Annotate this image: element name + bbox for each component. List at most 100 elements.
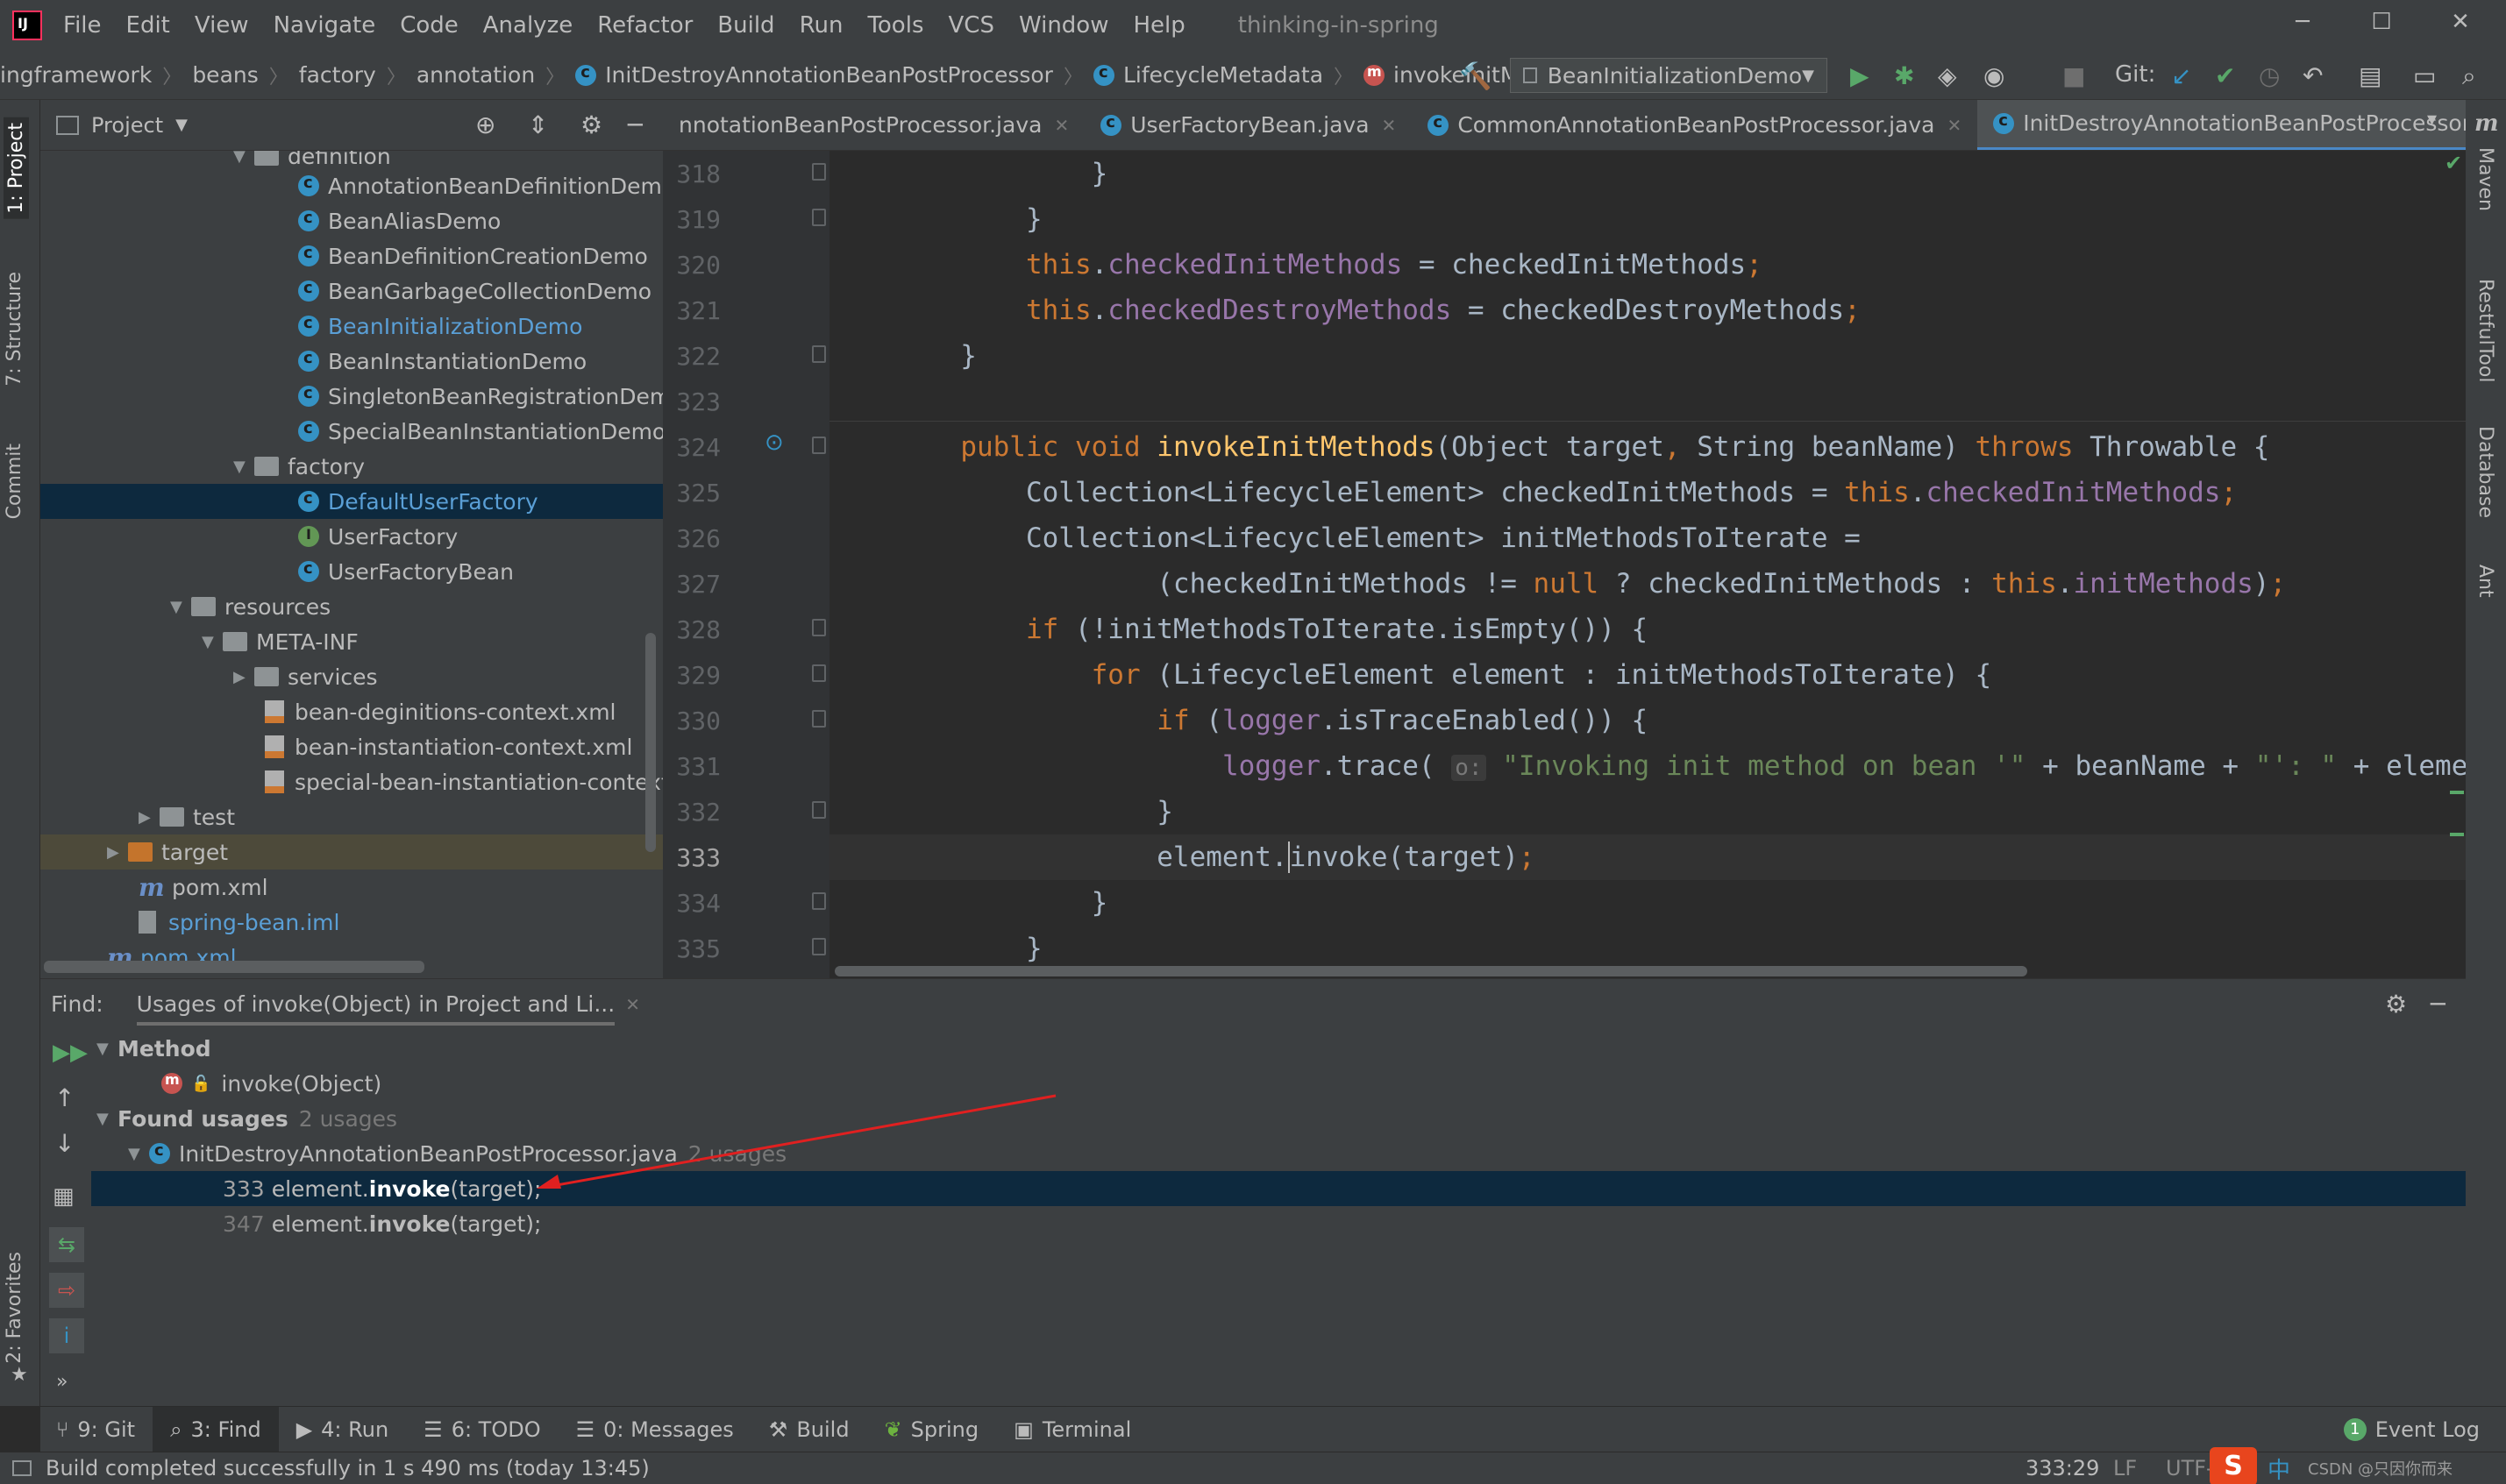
git-update-icon[interactable]: ↙ <box>2171 61 2191 90</box>
locate-icon[interactable]: ⊕ <box>475 110 495 139</box>
profile-icon[interactable]: ◉ <box>1983 61 2004 90</box>
rerun-icon[interactable]: ▶▶ <box>53 1040 88 1066</box>
tool-window-spring[interactable]: ❦ Spring <box>867 1407 997 1452</box>
tree-item[interactable]: special-bean-instantiation-context.xml <box>265 764 663 799</box>
fold-marker-icon[interactable] <box>812 801 826 819</box>
editor-tab[interactable]: CommonAnnotationBeanPostProcessor.java✕ <box>1412 100 1977 150</box>
more-icon[interactable]: » <box>56 1371 68 1393</box>
tree-item[interactable]: AnnotationBeanDefinitionDemo <box>298 168 663 203</box>
fold-marker-icon[interactable] <box>812 938 826 955</box>
menu-window[interactable]: Window <box>1019 12 1109 39</box>
result-group[interactable]: ▼ Found usages 2 usages <box>91 1101 2466 1136</box>
hide-panel-icon[interactable]: ─ <box>628 110 643 139</box>
result-file[interactable]: ▼InitDestroyAnnotationBeanPostProcessor.… <box>91 1136 2466 1171</box>
editor-tab-active[interactable]: InitDestroyAnnotationBeanPostProcessor.j… <box>1977 100 2466 150</box>
project-structure-icon[interactable]: ▤ <box>2359 61 2381 90</box>
search-everywhere-icon[interactable]: ⌕ <box>2462 61 2476 91</box>
line-separator[interactable]: LF <box>2113 1456 2137 1480</box>
menu-tools[interactable]: Tools <box>867 12 923 39</box>
debug-icon[interactable]: ✱ <box>1894 61 1914 90</box>
next-occurrence-icon[interactable]: ↓ <box>54 1129 75 1158</box>
error-stripe-marker[interactable] <box>2450 833 2464 836</box>
tree-item[interactable]: ▶ target <box>40 834 663 870</box>
fold-marker-icon[interactable] <box>812 163 826 181</box>
error-stripe-marker[interactable] <box>2450 791 2464 794</box>
tree-item[interactable]: ▼ factory <box>233 449 365 484</box>
tool-window-todo[interactable]: ☰ 6: TODO <box>406 1407 558 1452</box>
close-tab-icon[interactable]: ✕ <box>1382 115 1397 136</box>
event-log[interactable]: 1 Event Log <box>2326 1407 2497 1452</box>
tool-tab-restfultool[interactable]: RestfulTool <box>2474 279 2496 382</box>
tool-tab-commit[interactable]: Commit <box>4 444 25 519</box>
vertical-scrollbar[interactable] <box>645 633 656 852</box>
fold-marker-icon[interactable] <box>812 710 826 728</box>
fold-marker-icon[interactable] <box>812 619 826 636</box>
chevron-down-icon[interactable]: ▼ <box>175 116 188 134</box>
usage-row[interactable]: 347 element. invoke (target); <box>91 1206 2466 1241</box>
horizontal-scrollbar[interactable] <box>44 961 424 973</box>
menu-help[interactable]: Help <box>1133 12 1185 39</box>
tool-window-messages[interactable]: ☰ 0: Messages <box>559 1407 751 1452</box>
breadcrumb-item[interactable]: InitDestroyAnnotationBeanPostProcessor <box>605 62 1053 88</box>
collapse-all-icon[interactable]: ⇕ <box>528 110 548 139</box>
tree-item[interactable]: ▶ services <box>233 659 378 694</box>
navigate-with-single-click-icon[interactable]: ⇆ <box>49 1227 84 1262</box>
run-configuration-selector[interactable]: BeanInitializationDemo ▼ <box>1510 58 1827 93</box>
result-group[interactable]: ▼ Method <box>91 1031 2466 1066</box>
fold-marker-icon[interactable] <box>812 664 826 682</box>
minimize-button[interactable]: ─ <box>2276 9 2329 42</box>
menu-refactor[interactable]: Refactor <box>597 12 693 39</box>
export-icon[interactable]: ⇨ <box>49 1273 84 1308</box>
hide-panel-icon[interactable]: ─ <box>2431 990 2445 1019</box>
close-window-button[interactable]: ✕ <box>2434 9 2487 42</box>
rollback-icon[interactable]: ↶ <box>2303 61 2323 90</box>
tool-tab-maven[interactable]: Maven <box>2474 147 2496 211</box>
info-icon[interactable]: i <box>49 1318 84 1353</box>
tab-list-chevron-icon[interactable]: ▾ <box>2427 109 2437 131</box>
tool-window-find[interactable]: ⌕ 3: Find <box>153 1406 279 1452</box>
maximize-button[interactable]: ☐ <box>2355 9 2408 42</box>
build-hammer-icon[interactable]: 🔨 <box>1459 61 1491 92</box>
stop-icon[interactable]: ■ <box>2062 61 2085 90</box>
tool-window-run[interactable]: ▶ 4: Run <box>279 1407 406 1452</box>
tree-item[interactable]: BeanInstantiationDemo <box>298 344 587 379</box>
tree-item[interactable]: spring-bean.iml <box>139 905 339 940</box>
coverage-icon[interactable]: ◈ <box>1938 61 1957 90</box>
editor-tab[interactable]: UserFactoryBean.java✕ <box>1085 100 1412 150</box>
caret-position[interactable]: 333:29 <box>2025 1456 2099 1480</box>
editor-tab[interactable]: nnotationBeanPostProcessor.java ✕ <box>663 100 1085 150</box>
code-editor[interactable]: } } this.checkedInitMethods = checkedIni… <box>829 151 2466 978</box>
tool-window-git[interactable]: ⑂ 9: Git <box>40 1407 153 1452</box>
layout-icon[interactable]: ▭ <box>2413 61 2436 90</box>
tree-item[interactable]: BeanDefinitionCreationDemo <box>298 238 648 273</box>
fold-marker-icon[interactable] <box>812 892 826 910</box>
breadcrumb-item[interactable]: factory <box>299 62 376 88</box>
tool-tab-project[interactable]: 1: Project <box>4 117 29 219</box>
menu-vcs[interactable]: VCS <box>949 12 994 39</box>
menu-file[interactable]: File <box>63 12 102 39</box>
git-history-icon[interactable]: ◷ <box>2259 61 2280 90</box>
tree-item[interactable]: ▼ META-INF <box>202 624 359 659</box>
ime-language[interactable]: 中 <box>2268 1452 2290 1484</box>
fold-marker-icon[interactable] <box>812 345 826 363</box>
override-marker-icon[interactable]: ⊙ <box>765 430 784 456</box>
fold-marker-icon[interactable] <box>812 437 826 454</box>
breadcrumb-item[interactable]: ingframework <box>0 62 152 88</box>
git-commit-icon[interactable]: ✔ <box>2215 61 2235 90</box>
tree-item-selected[interactable]: DefaultUserFactory <box>40 484 663 519</box>
close-tab-icon[interactable]: ✕ <box>1054 115 1069 136</box>
tree-item[interactable]: m pom.xml <box>139 870 268 905</box>
breadcrumb-item[interactable]: annotation <box>416 62 535 88</box>
tool-tab-database[interactable]: Database <box>2474 426 2496 518</box>
menu-build[interactable]: Build <box>717 12 774 39</box>
project-panel-title[interactable]: Project <box>91 113 163 138</box>
tree-item[interactable]: SpecialBeanInstantiationDemo <box>298 414 663 449</box>
toggle-tool-windows-icon[interactable] <box>12 1460 32 1476</box>
menu-run[interactable]: Run <box>800 12 844 39</box>
tree-item[interactable]: BeanAliasDemo <box>298 203 501 238</box>
breadcrumb-item[interactable]: LifecycleMetadata <box>1123 62 1323 88</box>
horizontal-scrollbar[interactable] <box>835 966 2027 976</box>
run-icon[interactable]: ▶ <box>1850 61 1869 90</box>
fold-marker-icon[interactable] <box>812 209 826 226</box>
tree-item[interactable]: ▼ resources <box>170 589 331 624</box>
